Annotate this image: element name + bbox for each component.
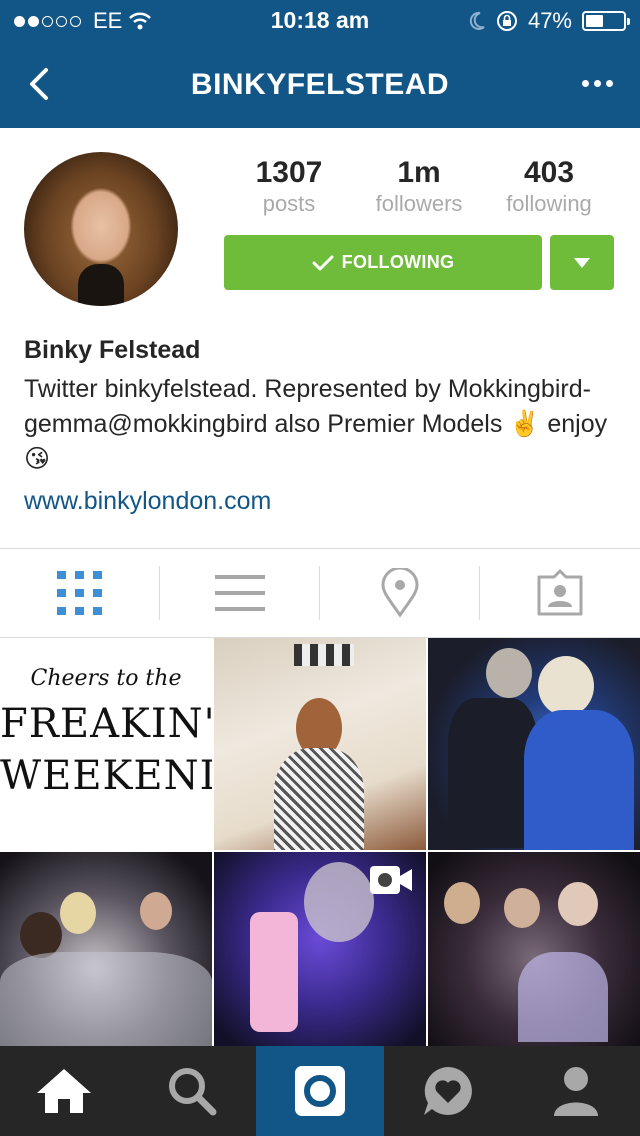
following-button[interactable]: FOLLOWING [224,235,542,290]
grid-icon [57,571,102,615]
tab-grid[interactable] [0,549,160,637]
bottom-nav [0,1046,640,1136]
more-icon[interactable] [574,68,620,98]
header: EE 10:18 am 47% BINKYFELSTEAD [0,0,640,128]
profile-name: Binky Felstead [24,336,201,364]
rotation-lock-icon [496,11,517,31]
page-title: BINKYFELSTEAD [190,68,450,101]
post-thumbnail[interactable] [214,638,426,850]
nav-camera[interactable] [256,1046,384,1136]
camera-icon [295,1066,345,1116]
quote-line: FREAKIN' [0,701,212,747]
stat-followers-label: followers [375,191,463,216]
tab-list[interactable] [160,549,320,637]
stat-posts[interactable]: 1307 posts [224,156,354,218]
nav-bar: BINKYFELSTEAD [0,40,640,128]
tab-tagged[interactable] [480,549,640,637]
checkmark-icon [312,255,334,270]
battery-percent: 47% [527,8,572,33]
stat-posts-value: 1307 [255,156,323,189]
triangle-down-icon [574,257,590,268]
post-quote: Cheers to the FREAKIN' WEEKEND [0,660,212,802]
following-label: FOLLOWING [341,252,455,272]
profile-stats: 1307 posts 1m followers 403 following [224,156,614,220]
tagged-icon [537,569,583,616]
video-icon [370,866,412,894]
nav-profile[interactable] [512,1046,640,1136]
activity-icon [424,1067,472,1115]
post-thumbnail[interactable] [214,852,426,1046]
status-bar: EE 10:18 am 47% [0,0,640,40]
stat-following[interactable]: 403 following [484,156,614,218]
battery-icon [582,11,630,31]
avatar[interactable] [24,152,178,306]
home-icon [37,1069,91,1113]
search-icon [169,1068,217,1116]
posts-grid: Cheers to the FREAKIN' WEEKEND [0,638,640,1046]
stat-followers-value: 1m [397,156,441,189]
post-thumbnail[interactable] [428,852,640,1046]
nav-search[interactable] [128,1046,256,1136]
post-thumbnail[interactable] [0,852,212,1046]
website-link[interactable]: www.binkylondon.com [24,483,624,519]
quote-line: Cheers to the [30,666,182,691]
tab-location[interactable] [320,549,480,637]
quote-line: WEEKEND [0,753,212,799]
moon-icon [469,11,485,30]
post-thumbnail[interactable]: Cheers to the FREAKIN' WEEKEND [0,638,212,850]
list-icon [215,575,265,611]
stat-posts-label: posts [262,191,316,216]
location-icon [381,568,419,618]
profile-tabs [0,548,640,638]
stat-following-label: following [506,191,592,216]
nav-activity[interactable] [384,1046,512,1136]
bio-section: Binky Felstead Twitter binkyfelstead. Re… [24,332,624,519]
suggested-users-button[interactable] [550,235,614,290]
stat-followers[interactable]: 1m followers [354,156,484,218]
bio-text: Twitter binkyfelstead. Represented by Mo… [24,375,608,473]
nav-home[interactable] [0,1046,128,1136]
profile-icon [554,1067,598,1116]
stat-following-value: 403 [523,156,575,189]
post-thumbnail[interactable] [428,638,640,850]
